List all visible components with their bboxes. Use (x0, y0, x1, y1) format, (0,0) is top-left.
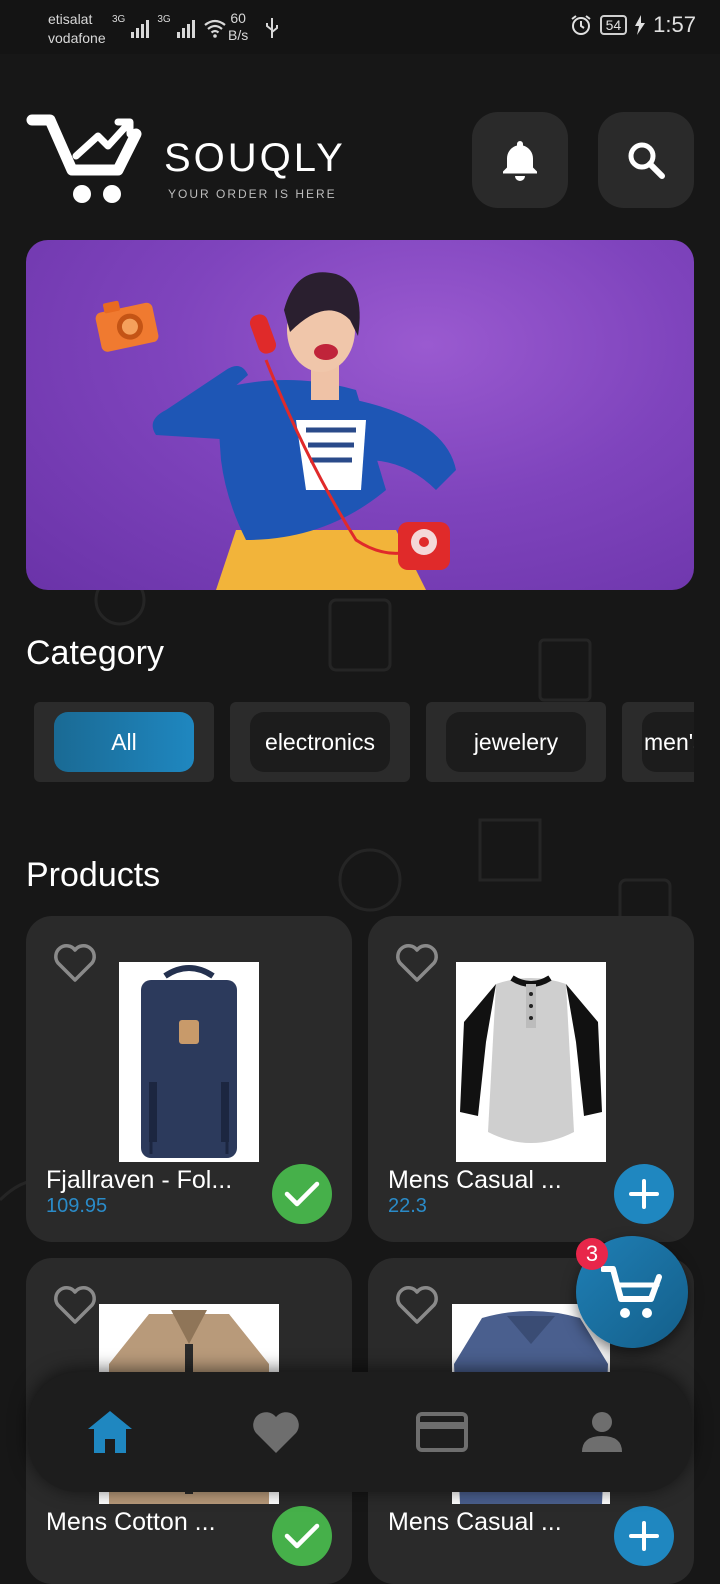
signal-icons: 3G 3G (112, 14, 227, 42)
nav-payments[interactable] (416, 1406, 468, 1458)
cart-logo-icon (26, 114, 142, 203)
usb-icon (266, 18, 278, 38)
person-icon (582, 1412, 622, 1452)
category-chip-label: All (54, 712, 194, 772)
category-chip-label: men's clothing (642, 712, 694, 772)
promo-banner[interactable] (26, 240, 694, 590)
carrier-2: vodafone (48, 30, 106, 46)
add-to-cart-button[interactable] (614, 1164, 674, 1224)
brand-name: SOUQLY (164, 136, 346, 180)
credit-card-icon (416, 1412, 468, 1452)
wifi-icon (204, 19, 226, 38)
product-image-tshirt (456, 962, 606, 1162)
search-button[interactable] (598, 112, 694, 208)
category-chip-electronics[interactable]: electronics (230, 702, 410, 782)
category-chip-label: jewelery (446, 712, 586, 772)
check-icon (284, 1523, 320, 1549)
category-chip-all[interactable]: All (34, 702, 214, 782)
product-title: Mens Casual ... (388, 1166, 562, 1194)
category-list: All electronics jewelery men's clothing (34, 702, 694, 782)
status-right: 54 1:57 (570, 12, 696, 38)
favorite-heart-icon[interactable] (52, 942, 98, 984)
nav-home[interactable] (84, 1406, 136, 1458)
in-cart-button[interactable] (272, 1164, 332, 1224)
net-type-2: 3G (157, 14, 171, 25)
add-to-cart-button[interactable] (614, 1506, 674, 1566)
heart-icon (253, 1412, 299, 1453)
product-price: 22.3 (388, 1195, 427, 1217)
plus-icon (629, 1521, 659, 1551)
bell-icon (503, 141, 537, 181)
product-card[interactable]: Fjallraven - Fol... 109.95 (26, 916, 352, 1242)
battery-level: 54 (599, 15, 628, 35)
product-title: Mens Casual ... (388, 1508, 562, 1536)
charging-icon (635, 15, 646, 35)
in-cart-button[interactable] (272, 1506, 332, 1566)
alarm-icon (570, 15, 591, 35)
plus-icon (629, 1179, 659, 1209)
cart-count-badge: 3 (576, 1238, 608, 1270)
product-title: Fjallraven - Fol... (46, 1166, 233, 1194)
shopping-cart-icon (601, 1266, 662, 1318)
banner-illustration (95, 272, 456, 590)
favorite-heart-icon[interactable] (394, 1284, 440, 1326)
speed-value: 60 (230, 10, 246, 26)
favorite-heart-icon[interactable] (52, 1284, 98, 1326)
signal-icon (176, 20, 195, 38)
product-title: Mens Cotton ... (46, 1508, 216, 1536)
category-title: Category (26, 634, 164, 672)
product-image-backpack (119, 962, 259, 1162)
carrier-1: etisalat (48, 11, 93, 27)
products-title: Products (26, 856, 161, 894)
bottom-navigation (28, 1372, 692, 1492)
category-chip-label: electronics (250, 712, 390, 772)
nav-profile[interactable] (576, 1406, 628, 1458)
signal-icon (131, 20, 150, 38)
network-speed: 60 B/s (228, 10, 248, 44)
favorite-heart-icon[interactable] (394, 942, 440, 984)
home-icon (88, 1411, 132, 1453)
carrier-names: etisalat vodafone (48, 10, 106, 48)
status-bar: etisalat vodafone 3G 3G 60 B/s 54 1:57 (0, 0, 720, 54)
check-icon (284, 1181, 320, 1207)
brand-tagline: YOUR ORDER IS HERE (168, 187, 337, 201)
camera-icon (95, 300, 159, 352)
search-icon (628, 142, 665, 179)
speed-unit: B/s (228, 27, 249, 43)
product-price: 109.95 (46, 1195, 108, 1217)
category-chip-mens-clothing[interactable]: men's clothing (622, 702, 694, 782)
nav-favorites[interactable] (250, 1406, 302, 1458)
net-type-1: 3G (112, 14, 126, 25)
clock: 1:57 (653, 12, 696, 37)
product-card[interactable]: Mens Casual ... 22.3 (368, 916, 694, 1242)
notifications-button[interactable] (472, 112, 568, 208)
category-chip-jewelery[interactable]: jewelery (426, 702, 606, 782)
telephone-icon (398, 522, 450, 570)
